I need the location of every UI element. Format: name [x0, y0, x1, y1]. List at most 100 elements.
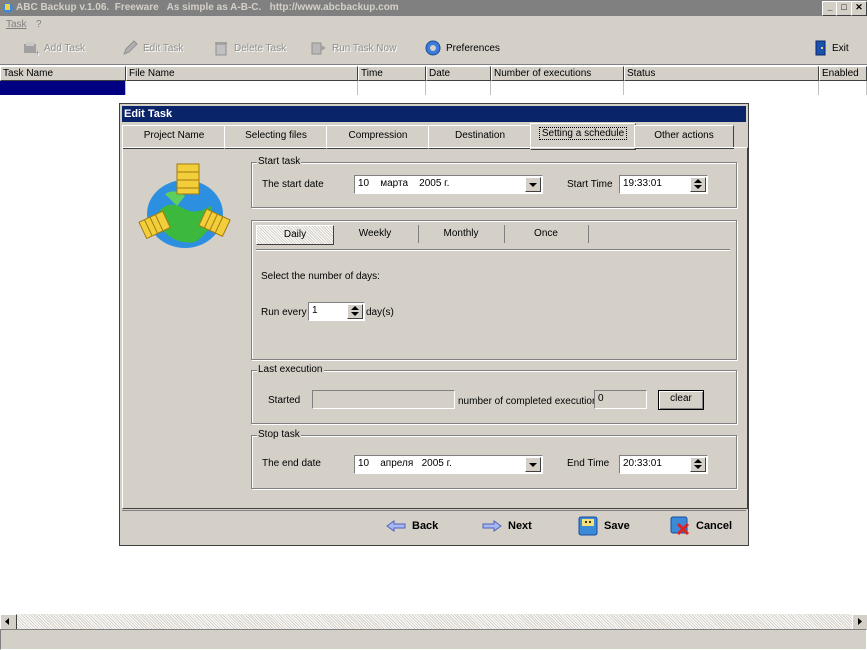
col-time[interactable]: Time: [358, 66, 426, 81]
col-date[interactable]: Date: [426, 66, 491, 81]
edit-task-dialog: Edit Task Project Name Selecting files C…: [119, 103, 749, 546]
app-icon: [3, 3, 13, 13]
window-title: ABC Backup v.1.06. Freeware As simple as…: [16, 2, 399, 13]
col-task-name[interactable]: Task Name: [0, 66, 126, 81]
start-time-field[interactable]: 19:33:01: [619, 175, 708, 194]
start-date-label: The start date: [262, 179, 324, 190]
col-status[interactable]: Status: [624, 66, 819, 81]
completed-executions-field: 0: [594, 390, 647, 409]
start-date-value: 10 марта 2005 г.: [358, 178, 450, 189]
start-date-dropdown[interactable]: 10 марта 2005 г.: [354, 175, 543, 194]
table-cell: [426, 81, 491, 95]
next-button[interactable]: Next: [482, 511, 532, 541]
close-button[interactable]: ✕: [851, 1, 867, 16]
menu-help[interactable]: ?: [36, 16, 42, 33]
delete-task-button[interactable]: Delete Task: [212, 39, 286, 59]
add-task-icon: +: [24, 42, 40, 57]
menu-bar: Task ?: [0, 16, 867, 33]
started-field: [312, 390, 455, 409]
maximize-button[interactable]: □: [836, 1, 852, 16]
edit-task-icon: [123, 40, 138, 56]
table-cell: [624, 81, 819, 95]
table-row[interactable]: [0, 81, 867, 95]
cancel-icon: [670, 516, 690, 536]
dialog-button-bar: Back Next Save Cancel: [122, 510, 746, 545]
add-task-button[interactable]: + Add Task: [22, 39, 85, 59]
tab-other-actions[interactable]: Other actions: [634, 125, 734, 149]
col-number-of-executions[interactable]: Number of executions: [491, 66, 624, 81]
save-icon: [578, 516, 598, 536]
run-icon: [311, 42, 326, 55]
subtab-daily[interactable]: Daily: [256, 225, 334, 245]
back-button[interactable]: Back: [386, 511, 438, 541]
chevron-down-icon[interactable]: [525, 177, 541, 192]
toolbar: + Add Task Edit Task Delete Task Run Task…: [0, 33, 867, 65]
save-label: Save: [604, 520, 630, 532]
end-date-dropdown[interactable]: 10 апреля 2005 г.: [354, 455, 543, 474]
started-label: Started: [268, 395, 301, 406]
delete-task-label: Delete Task: [234, 43, 287, 54]
end-date-value: 10 апреля 2005 г.: [358, 458, 452, 469]
run-task-now-label: Run Task Now: [332, 43, 397, 54]
spinner-icon[interactable]: [690, 457, 706, 472]
subtab-monthly[interactable]: Monthly: [418, 225, 505, 243]
table-cell: [358, 81, 426, 95]
subtab-once[interactable]: Once: [504, 225, 589, 243]
menu-task[interactable]: Task: [6, 16, 27, 33]
run-every-stepper[interactable]: 1: [308, 302, 365, 321]
run-task-now-button[interactable]: Run Task Now: [310, 39, 396, 59]
select-days-instruction: Select the number of days:: [261, 271, 380, 282]
stop-task-group-label: Stop task: [257, 429, 301, 440]
horizontal-scrollbar[interactable]: [0, 614, 867, 631]
end-time-field[interactable]: 20:33:01: [619, 455, 708, 474]
start-time-value: 19:33:01: [623, 178, 662, 189]
subtab-weekly[interactable]: Weekly: [332, 225, 419, 243]
save-button[interactable]: Save: [578, 511, 630, 541]
edit-task-label: Edit Task: [143, 43, 184, 54]
schedule-type-group: Daily Weekly Monthly Once Select the num…: [251, 220, 737, 360]
preferences-label: Preferences: [446, 43, 500, 54]
arrow-right-icon: [482, 520, 502, 533]
add-task-label: Add Task: [44, 43, 85, 54]
tab-compression[interactable]: Compression: [326, 125, 430, 149]
chevron-down-icon[interactable]: [525, 457, 541, 472]
arrow-left-icon: [386, 520, 406, 533]
tab-project-name[interactable]: Project Name: [122, 125, 226, 149]
preferences-button[interactable]: Preferences: [424, 39, 500, 59]
run-every-value: 1: [312, 305, 318, 316]
edit-task-button[interactable]: Edit Task: [121, 39, 183, 59]
dialog-title: Edit Task: [122, 106, 746, 122]
end-date-label: The end date: [262, 458, 321, 469]
svg-text:+: +: [35, 48, 40, 57]
stop-task-group: Stop task The end date 10 апреля 2005 г.…: [251, 429, 737, 489]
start-time-label: Start Time: [567, 179, 613, 190]
table-cell: [491, 81, 624, 95]
cancel-button[interactable]: Cancel: [670, 511, 732, 541]
col-file-name[interactable]: File Name: [126, 66, 358, 81]
arrow-left-icon: [5, 618, 9, 625]
col-enabled[interactable]: Enabled: [819, 66, 867, 81]
spinner-icon[interactable]: [347, 304, 363, 319]
tab-setting-a-schedule[interactable]: Setting a schedule: [530, 123, 636, 150]
schedule-tab-panel: Start task The start date 10 марта 2005 …: [122, 147, 748, 509]
trash-icon: [215, 42, 227, 56]
tab-destination[interactable]: Destination: [428, 125, 532, 149]
days-unit-label: day(s): [366, 307, 394, 318]
cancel-label: Cancel: [696, 520, 733, 532]
exit-label: Exit: [832, 43, 849, 54]
table-cell: [819, 81, 867, 95]
backup-globe-icon: [138, 163, 231, 248]
tab-setting-a-schedule-label: Setting a schedule: [538, 127, 628, 140]
tab-selecting-files[interactable]: Selecting files: [224, 125, 328, 149]
last-execution-group-label: Last execution: [257, 364, 324, 375]
clear-button[interactable]: clear: [658, 390, 704, 410]
exit-button[interactable]: Exit: [814, 39, 849, 59]
task-list-header: Task Name File Name Time Date Number of …: [0, 66, 867, 81]
arrow-right-icon: [858, 618, 862, 625]
back-label: Back: [412, 520, 439, 532]
completed-executions-value: 0: [598, 393, 604, 404]
last-execution-group: Last execution Started number of complet…: [251, 364, 737, 424]
run-every-label: Run every: [261, 307, 307, 318]
next-label: Next: [508, 520, 532, 532]
spinner-icon[interactable]: [690, 177, 706, 192]
